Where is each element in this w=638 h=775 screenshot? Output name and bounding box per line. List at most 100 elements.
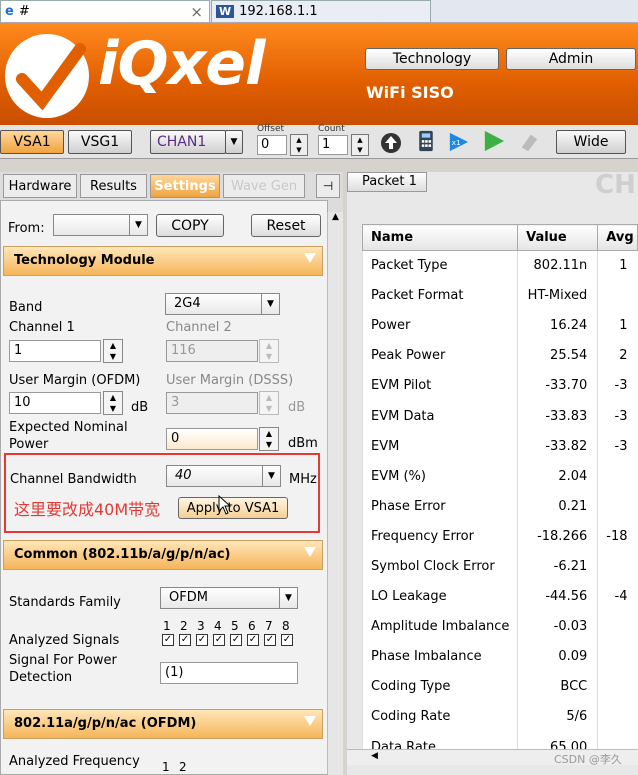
table-row[interactable]: EVM -33.82 -3 (361, 431, 638, 462)
col-name[interactable]: Name (361, 224, 519, 251)
browser-tab-2[interactable]: W 192.168.1.1 (211, 0, 431, 22)
chan-value: CHAN1 (157, 134, 207, 150)
offset-stepper[interactable]: ▲ ▼ (290, 134, 308, 156)
signal-checkbox-2[interactable]: ✓ (179, 634, 191, 646)
channel1-input[interactable]: 1 (9, 340, 101, 362)
table-row[interactable]: LO Leakage -44.56 -4 (361, 581, 638, 612)
tab-settings[interactable]: Settings (150, 174, 220, 198)
cell-avg: -3 (597, 400, 638, 432)
admin-button[interactable]: Admin (506, 48, 636, 70)
cell-value: BCC (517, 671, 598, 702)
channel1-stepper[interactable]: ▲ ▼ (103, 339, 123, 363)
cell-value: 25.54 (517, 340, 598, 371)
expected-nominal-power-label-2: Power (9, 437, 49, 452)
scroll-left-icon[interactable]: ◀ (371, 751, 378, 761)
table-row[interactable]: Coding Type BCC (361, 671, 638, 702)
vsg1-button[interactable]: VSG1 (68, 130, 132, 154)
signal-checkbox-3[interactable]: ✓ (196, 634, 208, 646)
calculator-icon[interactable] (415, 130, 437, 152)
offset-input[interactable]: 0 (257, 135, 287, 155)
signal-checkbox-7[interactable]: ✓ (264, 634, 276, 646)
table-row[interactable]: EVM Pilot -33.70 -3 (361, 370, 638, 401)
upload-arrow-icon[interactable] (380, 132, 402, 154)
cell-name: Coding Rate (361, 701, 518, 732)
app-header: iQxel Technology Admin WiFi SISO (0, 23, 638, 125)
scrollbar[interactable]: ▲ (327, 212, 343, 775)
signal-checkbox-1[interactable]: ✓ (162, 634, 174, 646)
copy-button[interactable]: COPY (156, 214, 224, 237)
technology-button[interactable]: Technology (365, 48, 499, 70)
table-row[interactable]: EVM Data -33.83 -3 (361, 400, 638, 432)
browser-tab-1[interactable]: e # × (0, 0, 210, 22)
user-margin-ofdm-input[interactable]: 10 (9, 392, 101, 414)
table-row[interactable]: Phase Error 0.21 (361, 491, 638, 522)
eraser-icon[interactable] (518, 131, 540, 153)
table-row[interactable]: Packet Format HT-Mixed (361, 280, 638, 311)
ofdm-section-header[interactable]: 802.11a/g/p/n/ac (OFDM) (3, 709, 323, 739)
common-section-header[interactable]: Common (802.11b/a/g/p/n/ac) (3, 540, 323, 570)
tab-wave-gen[interactable]: Wave Gen (223, 174, 305, 198)
play-icon[interactable] (483, 130, 505, 152)
cell-value: 0.21 (517, 491, 598, 522)
col-avg[interactable]: Avg (597, 224, 638, 251)
subtitle: WiFi SISO (366, 83, 454, 102)
from-dropdown[interactable]: ▼ (53, 214, 148, 236)
band-dropdown[interactable]: 2G4 ▼ (165, 293, 280, 315)
reset-button[interactable]: Reset (251, 214, 321, 237)
table-row[interactable]: Amplitude Imbalance -0.03 (361, 611, 638, 642)
count-input[interactable]: 1 (318, 135, 348, 155)
signal-checkbox-6[interactable]: ✓ (247, 634, 259, 646)
user-margin-dsss-stepper[interactable]: ▲ ▼ (259, 391, 279, 415)
wide-button[interactable]: Wide (556, 130, 626, 154)
close-icon[interactable]: × (190, 3, 203, 21)
tab-hardware[interactable]: Hardware (3, 174, 77, 198)
dbm-unit: dBm (288, 436, 318, 451)
technology-module-header[interactable]: Technology Module (3, 246, 323, 276)
table-row[interactable]: Peak Power 25.54 2 (361, 340, 638, 371)
cell-value: -18.266 (517, 521, 598, 552)
standards-family-label: Standards Family (9, 595, 121, 610)
user-margin-ofdm-stepper[interactable]: ▲ ▼ (103, 391, 123, 415)
pin-icon[interactable]: ⊣ (316, 174, 340, 198)
table-row[interactable]: Power 16.24 1 (361, 310, 638, 341)
cell-avg (597, 611, 638, 642)
tab-results[interactable]: Results (80, 174, 147, 198)
channel2-stepper[interactable]: ▲ ▼ (259, 339, 279, 363)
channel-bandwidth-label: Channel Bandwidth (10, 472, 137, 487)
standards-family-dropdown[interactable]: OFDM ▼ (160, 587, 298, 609)
col-value[interactable]: Value (517, 224, 599, 251)
expected-nominal-power-input[interactable]: 0 (166, 428, 258, 450)
settings-panel: Hardware Results Settings Wave Gen ⊣ ▲ F… (0, 172, 343, 775)
band-label: Band (9, 300, 43, 315)
table-row[interactable]: EVM (%) 2.04 (361, 461, 638, 492)
x1-label: x1 (452, 138, 461, 147)
cell-value: -0.03 (517, 611, 598, 642)
cell-avg (597, 491, 638, 522)
standards-family-value: OFDM (169, 590, 208, 605)
apply-to-vsa1-button[interactable]: Apply to VSA1 (178, 497, 288, 519)
cell-avg (597, 671, 638, 702)
table-row[interactable]: Phase Imbalance 0.09 (361, 641, 638, 672)
table-row[interactable]: Packet Type 802.11n 1 (361, 250, 638, 281)
table-row[interactable]: Frequency Error -18.266 -18 (361, 521, 638, 552)
expected-nominal-power-stepper[interactable]: ▲ ▼ (259, 427, 279, 451)
expected-nominal-power-label-1: Expected Nominal (9, 420, 128, 435)
signal-checkbox-4[interactable]: ✓ (213, 634, 225, 646)
cell-avg: 1 (597, 310, 638, 341)
play-x1-icon[interactable]: x1 (448, 131, 470, 153)
signal-num-6: 6 (248, 619, 256, 633)
chan-dropdown[interactable]: CHAN1 (150, 130, 226, 154)
user-margin-dsss-input[interactable]: 3 (166, 392, 258, 414)
signal-for-power-input[interactable]: (1) (160, 662, 298, 684)
table-row[interactable]: Symbol Clock Error -6.21 (361, 551, 638, 582)
chevron-down-icon[interactable]: ▼ (225, 130, 243, 154)
vsa1-button[interactable]: VSA1 (0, 130, 64, 154)
signal-checkbox-5[interactable]: ✓ (230, 634, 242, 646)
table-row[interactable]: Coding Rate 5/6 (361, 701, 638, 732)
channel-bandwidth-dropdown[interactable]: 40 ▼ (166, 465, 281, 487)
channel2-input[interactable]: 116 (166, 340, 258, 362)
count-stepper[interactable]: ▲ ▼ (351, 134, 369, 156)
mouse-cursor-icon (218, 495, 232, 515)
tab-packet-1[interactable]: Packet 1 (347, 172, 427, 192)
signal-checkbox-8[interactable]: ✓ (281, 634, 293, 646)
